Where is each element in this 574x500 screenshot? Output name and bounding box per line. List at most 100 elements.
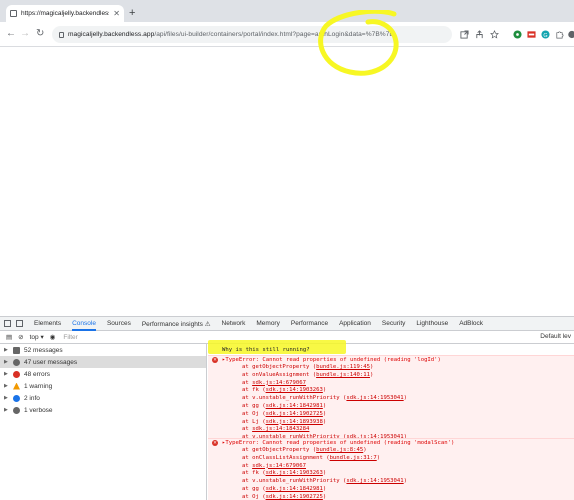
stack-frame-text: at getObjectProperty ( <box>242 364 317 370</box>
tab-lighthouse[interactable]: Lighthouse <box>416 320 448 327</box>
forward-icon[interactable]: → <box>20 28 30 40</box>
source-link[interactable]: sdk.js:14:1953041 <box>346 478 403 484</box>
source-link[interactable]: sdk.js:14:1903263 <box>266 470 323 476</box>
sidebar-item-verbose[interactable]: ▶ 1 verbose <box>0 404 206 416</box>
eye-icon[interactable]: ◉ <box>50 333 56 341</box>
stack-frame: at Oj (sdk.js:14:1902725) <box>208 494 574 500</box>
sidebar-item-label: 1 verbose <box>24 406 53 414</box>
sidebar-item-label: 1 warning <box>24 382 53 390</box>
extension-teal-icon[interactable]: G <box>541 30 550 39</box>
stack-frame: at fk (sdk.js:14:1903263) <box>208 387 574 395</box>
stack-frame: at getObjectProperty (bundle.js:8:45) <box>208 447 574 455</box>
source-link[interactable]: sdk.js:14:679067 <box>252 380 306 386</box>
stack-frame: at getObjectProperty (bundle.js:119:45) <box>208 364 574 372</box>
tab-security[interactable]: Security <box>382 320 405 327</box>
source-link[interactable]: sdk.js:14:1893938 <box>266 419 323 425</box>
inspect-element-icon[interactable] <box>4 320 11 327</box>
stack-frame-text: at gg ( <box>242 485 266 492</box>
extension-green-icon[interactable] <box>513 30 522 39</box>
sidebar-item-label: 48 errors <box>24 370 51 378</box>
source-link[interactable]: sdk.js:14:679067 <box>252 463 306 469</box>
source-link[interactable]: bundle.js:119:45 <box>316 364 370 370</box>
source-link[interactable]: sdk.js:14:1902725 <box>266 411 323 417</box>
tab-application[interactable]: Application <box>339 320 371 327</box>
stack-frame-text: at onValueAssignment ( <box>242 371 317 378</box>
source-link[interactable]: sdk.js:14:1842981 <box>266 486 323 492</box>
sidebar-item-user-messages[interactable]: ▶ 47 user messages <box>0 356 206 368</box>
tab-elements[interactable]: Elements <box>34 320 61 327</box>
sidebar-item-warnings[interactable]: ▶ 1 warning <box>0 380 206 392</box>
stack-frame-text: at getObjectProperty ( <box>242 447 317 453</box>
stack-frame: at Lj (sdk.js:14:1893938) <box>208 419 574 427</box>
source-link[interactable]: sdk.js:14:1843284 <box>252 426 309 432</box>
source-link[interactable]: bundle.js:8:45 <box>316 447 363 453</box>
source-link[interactable]: bundle.js:31:7 <box>330 455 377 461</box>
tab-performance-insights[interactable]: Performance insights ⚠ <box>142 320 211 328</box>
share-icon[interactable] <box>475 30 484 39</box>
source-link[interactable]: bundle.js:140:11 <box>316 372 370 378</box>
clear-console-icon[interactable]: ⊘ <box>18 333 23 341</box>
verbose-icon <box>13 406 20 414</box>
default-levels-dropdown[interactable]: Default lev <box>540 333 571 340</box>
tab-memory[interactable]: Memory <box>256 320 279 327</box>
source-link[interactable]: sdk.js:14:1903263 <box>266 387 323 393</box>
error-header[interactable]: ✕ ▸TypeError: Cannot read properties of … <box>208 356 574 364</box>
list-icon <box>13 346 20 354</box>
tab-console[interactable]: Console <box>72 320 96 331</box>
tab-performance[interactable]: Performance <box>291 320 328 327</box>
stack-frame: at gg (sdk.js:14:1842981) <box>208 403 574 411</box>
sidebar-item-messages[interactable]: ▶ 52 messages <box>0 344 206 356</box>
stack-frame-text: at gg ( <box>242 402 266 409</box>
stack-frame-text: at Oj ( <box>242 493 266 500</box>
sidebar-item-errors[interactable]: ▶ 48 errors <box>0 368 206 380</box>
tab-adblock[interactable]: AdBlock <box>459 320 483 327</box>
error-message: ▸TypeError: Cannot read properties of un… <box>222 357 441 363</box>
stack-frame-end: ) <box>322 418 327 425</box>
filter-input[interactable]: Filter <box>63 334 77 341</box>
tab-close-icon[interactable]: ✕ <box>113 9 120 18</box>
stack-frame-end: ) <box>322 410 327 417</box>
stack-frame-end: ) <box>363 447 367 453</box>
device-toolbar-icon[interactable] <box>16 320 23 327</box>
source-link[interactable]: sdk.js:14:1953041 <box>346 395 403 401</box>
new-tab-button[interactable]: + <box>129 8 135 19</box>
sidebar-item-label: 47 user messages <box>24 358 78 366</box>
context-selector[interactable]: top ▾ <box>30 333 44 341</box>
extension-red-icon[interactable] <box>527 30 536 39</box>
tab-title: https://magicaljelly.backendless... <box>21 10 110 17</box>
browser-tab[interactable]: https://magicaljelly.backendless... ✕ <box>6 5 124 22</box>
stack-frame-end: ) <box>376 454 381 461</box>
sidebar-item-info[interactable]: ▶ 2 info <box>0 392 206 404</box>
source-link[interactable]: sdk.js:14:1902725 <box>266 494 323 500</box>
reload-icon[interactable]: ↻ <box>36 28 44 40</box>
error-icon <box>13 370 20 378</box>
error-icon: ✕ <box>212 440 218 446</box>
devtools-tabbar: Elements Console Sources Performance ins… <box>0 316 574 331</box>
stack-frame-end: ) <box>369 371 374 378</box>
stack-frame-text: at v.unstable_runWithPriority ( <box>242 395 347 402</box>
stack-frame-end: ) <box>322 485 327 492</box>
external-link-icon[interactable] <box>460 30 469 39</box>
expand-caret-icon[interactable]: ▶ <box>4 347 9 353</box>
profile-icon[interactable] <box>567 30 574 39</box>
puzzle-icon[interactable] <box>555 30 564 39</box>
error-message: ▸TypeError: Cannot read properties of un… <box>222 440 455 446</box>
star-icon[interactable] <box>490 30 499 39</box>
expand-caret-icon[interactable]: ▶ <box>4 395 9 401</box>
stack-frame-end: ) <box>322 402 327 409</box>
expand-caret-icon[interactable]: ▶ <box>4 359 9 365</box>
back-icon[interactable]: ← <box>6 28 16 40</box>
sidebar-toggle-icon[interactable]: ▤ <box>6 333 12 341</box>
tab-sources[interactable]: Sources <box>107 320 131 327</box>
lock-icon[interactable] <box>59 31 64 38</box>
stack-frame: at onClassListAssignment (bundle.js:31:7… <box>208 455 574 463</box>
expand-caret-icon[interactable]: ▶ <box>4 371 9 377</box>
error-header[interactable]: ✕ ▸TypeError: Cannot read properties of … <box>208 439 574 447</box>
stack-frame-text: at Oj ( <box>242 410 266 417</box>
source-link[interactable]: sdk.js:14:1842981 <box>266 403 323 409</box>
expand-caret-icon[interactable]: ▶ <box>4 407 9 413</box>
stack-frame-end: ) <box>322 470 327 477</box>
tab-network[interactable]: Network <box>222 320 246 327</box>
stack-frame-text: at <box>242 379 253 386</box>
expand-caret-icon[interactable]: ▶ <box>4 383 9 389</box>
